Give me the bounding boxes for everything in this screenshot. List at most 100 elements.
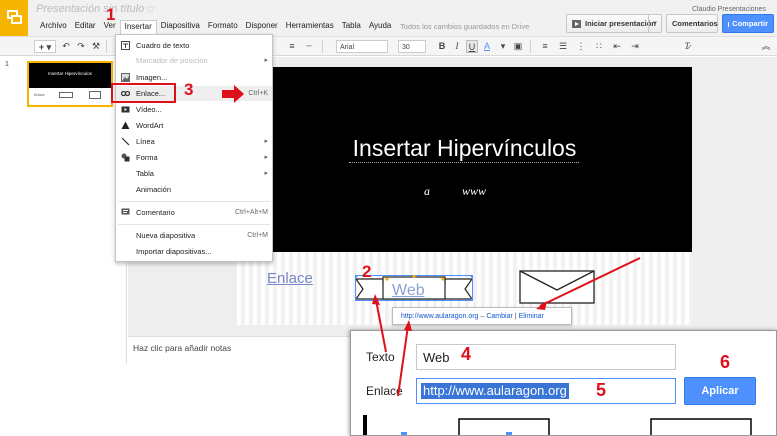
shape-icon — [121, 153, 130, 162]
menu-item-label: Animación — [136, 185, 172, 194]
numbered-list-icon[interactable]: ⋮ — [574, 40, 588, 53]
menu-item-shortcut: Ctrl+M — [247, 232, 268, 239]
menu-item-label: Tabla — [136, 169, 154, 178]
slide-canvas[interactable]: Insertar Hipervínculos a www Enlace Web — [237, 67, 692, 325]
slide-web-text[interactable]: Web — [392, 282, 425, 300]
link-bubble-divider: | — [514, 312, 517, 320]
bulleted-list-icon[interactable]: ∷ — [592, 40, 606, 53]
menu-formato[interactable]: Formato — [204, 20, 242, 34]
font-select[interactable]: Arial — [336, 40, 388, 53]
menu-item-label: WordArt — [136, 121, 164, 130]
play-icon — [572, 19, 581, 28]
menu-item-label: Cuadro de texto — [136, 41, 190, 50]
menu-item-textbox[interactable]: Cuadro de texto — [116, 38, 272, 53]
paint-format-icon[interactable]: ⚒ — [90, 40, 102, 53]
comment-add-icon[interactable]: ▣ — [512, 40, 524, 53]
menu-disponer[interactable]: Disponer — [242, 20, 282, 34]
submenu-arrow-icon: ▸ — [264, 154, 268, 161]
toolbar-divider — [530, 40, 531, 53]
title-underline — [349, 162, 579, 163]
collapse-icon[interactable]: ︽ — [760, 40, 772, 53]
save-status: Todos los cambios guardados en Drive — [400, 22, 530, 31]
menu-item-video[interactable]: Vídeo... — [116, 102, 272, 117]
menu-item-label: Importar diapositivas... — [136, 247, 212, 256]
annotation-step-4: 4 — [461, 344, 472, 364]
comments-button[interactable]: Comentarios — [666, 14, 718, 33]
menu-editar[interactable]: Editar — [71, 20, 100, 34]
line-spacing-icon[interactable]: ☰ — [556, 40, 570, 53]
link-bubble-remove[interactable]: Eliminar — [519, 313, 544, 320]
menu-insertar[interactable]: Insertar — [119, 20, 157, 34]
highlight-icon[interactable]: ▾ — [497, 40, 509, 53]
menu-item-animation[interactable]: Animación — [116, 182, 272, 197]
thumbnail-bottom: Enlace — [29, 88, 111, 105]
menu-ayuda[interactable]: Ayuda — [365, 20, 396, 34]
menu-item-wordart[interactable]: WordArt — [116, 118, 272, 133]
increase-indent-icon[interactable]: ⇥ — [628, 40, 642, 53]
menu-item-table[interactable]: Tabla ▸ — [116, 166, 272, 181]
line-icon — [121, 137, 130, 146]
wordart-icon — [121, 121, 130, 129]
menu-item-label: Nueva diapositiva — [136, 231, 196, 240]
slide-subtitle-b[interactable]: www — [462, 184, 486, 199]
undo-icon[interactable]: ↶ — [60, 40, 72, 53]
annotation-step-3: 3 — [184, 80, 194, 99]
menu-item-new-slide[interactable]: Nueva diapositiva Ctrl+M — [116, 228, 272, 243]
link-url-selection[interactable]: http://www.aularagon.org — [421, 383, 569, 399]
menu-divider — [118, 224, 270, 225]
chevron-down-icon[interactable]: ▼ — [648, 15, 661, 32]
slide-subtitle-a[interactable]: a — [424, 184, 430, 199]
link-bubble-change[interactable]: Cambiar — [486, 313, 512, 320]
menu-archivo[interactable]: Archivo — [36, 20, 71, 34]
line-weight-icon[interactable]: ≡ — [285, 40, 299, 53]
user-name[interactable]: Claudio Presentaciones — [692, 6, 766, 13]
slides-logo-icon[interactable] — [0, 0, 28, 36]
italic-button[interactable]: I — [451, 40, 463, 53]
thumbnail-envelope-icon — [89, 91, 101, 99]
present-button[interactable]: Iniciar presentación ▼ — [566, 14, 662, 33]
line-dash-icon[interactable]: ┄ — [302, 40, 316, 53]
menu-item-comment[interactable]: Comentario Ctrl+Alt+M — [116, 205, 272, 220]
apply-button[interactable]: Aplicar — [684, 377, 756, 405]
new-slide-button[interactable]: + ▾ — [34, 40, 56, 53]
redo-icon[interactable]: ↷ — [75, 40, 87, 53]
slide-title[interactable]: Insertar Hipervínculos — [237, 135, 692, 162]
share-button[interactable]: Compartir — [722, 14, 774, 33]
menu-diapositiva[interactable]: Diapositiva — [157, 20, 204, 34]
menu-herramientas[interactable]: Herramientas — [282, 20, 338, 34]
bold-button[interactable]: B — [436, 40, 448, 53]
text-color-button[interactable]: A — [481, 40, 493, 53]
video-icon — [121, 106, 130, 113]
underline-button[interactable]: U — [466, 40, 478, 53]
font-size-select[interactable]: 30 — [398, 40, 426, 53]
slide-thumbnail[interactable]: Insertar Hipervínculos Enlace — [27, 61, 113, 107]
dialog-background-shapes — [363, 415, 752, 435]
menu-tabla[interactable]: Tabla — [338, 20, 365, 34]
thumbnail-link: Enlace — [34, 93, 45, 97]
menu-item-line[interactable]: Línea ▸ — [116, 134, 272, 149]
thumbnail-shape — [59, 92, 73, 98]
envelope-icon[interactable] — [519, 270, 595, 304]
notes-placeholder[interactable]: Haz clic para añadir notas — [133, 343, 231, 353]
link-bubble: http://www.aularagon.org – Cambiar | Eli… — [392, 307, 572, 325]
document-title[interactable]: Presentación sin título — [36, 3, 144, 15]
submenu-arrow-icon: ▸ — [264, 138, 268, 145]
insert-menu: Cuadro de texto Marcador de posición ▸ I… — [115, 34, 273, 262]
textbox-icon — [121, 41, 130, 50]
star-icon[interactable]: ☆ — [145, 2, 156, 16]
menu-item-shape[interactable]: Forma ▸ — [116, 150, 272, 165]
menu-item-import-slides[interactable]: Importar diapositivas... — [116, 244, 272, 259]
menu-item-shortcut: Ctrl+K — [248, 90, 268, 97]
menu-bar: Archivo Editar Ver Insertar Diapositiva … — [36, 20, 395, 34]
link-bubble-url[interactable]: http://www.aularagon.org — [401, 313, 478, 320]
menu-item-label: Vídeo... — [136, 105, 162, 114]
decrease-indent-icon[interactable]: ⇤ — [610, 40, 624, 53]
submenu-arrow-icon: ▸ — [264, 57, 268, 64]
align-icon[interactable]: ≡ — [538, 40, 552, 53]
slide-link-text[interactable]: Enlace — [267, 270, 313, 287]
clear-format-icon[interactable]: T̷ — [680, 40, 694, 53]
toolbar-divider — [106, 40, 107, 53]
text-field[interactable] — [416, 344, 676, 370]
annotation-step-1: 1 — [106, 5, 116, 24]
menu-item-label: Marcador de posición — [136, 56, 208, 65]
